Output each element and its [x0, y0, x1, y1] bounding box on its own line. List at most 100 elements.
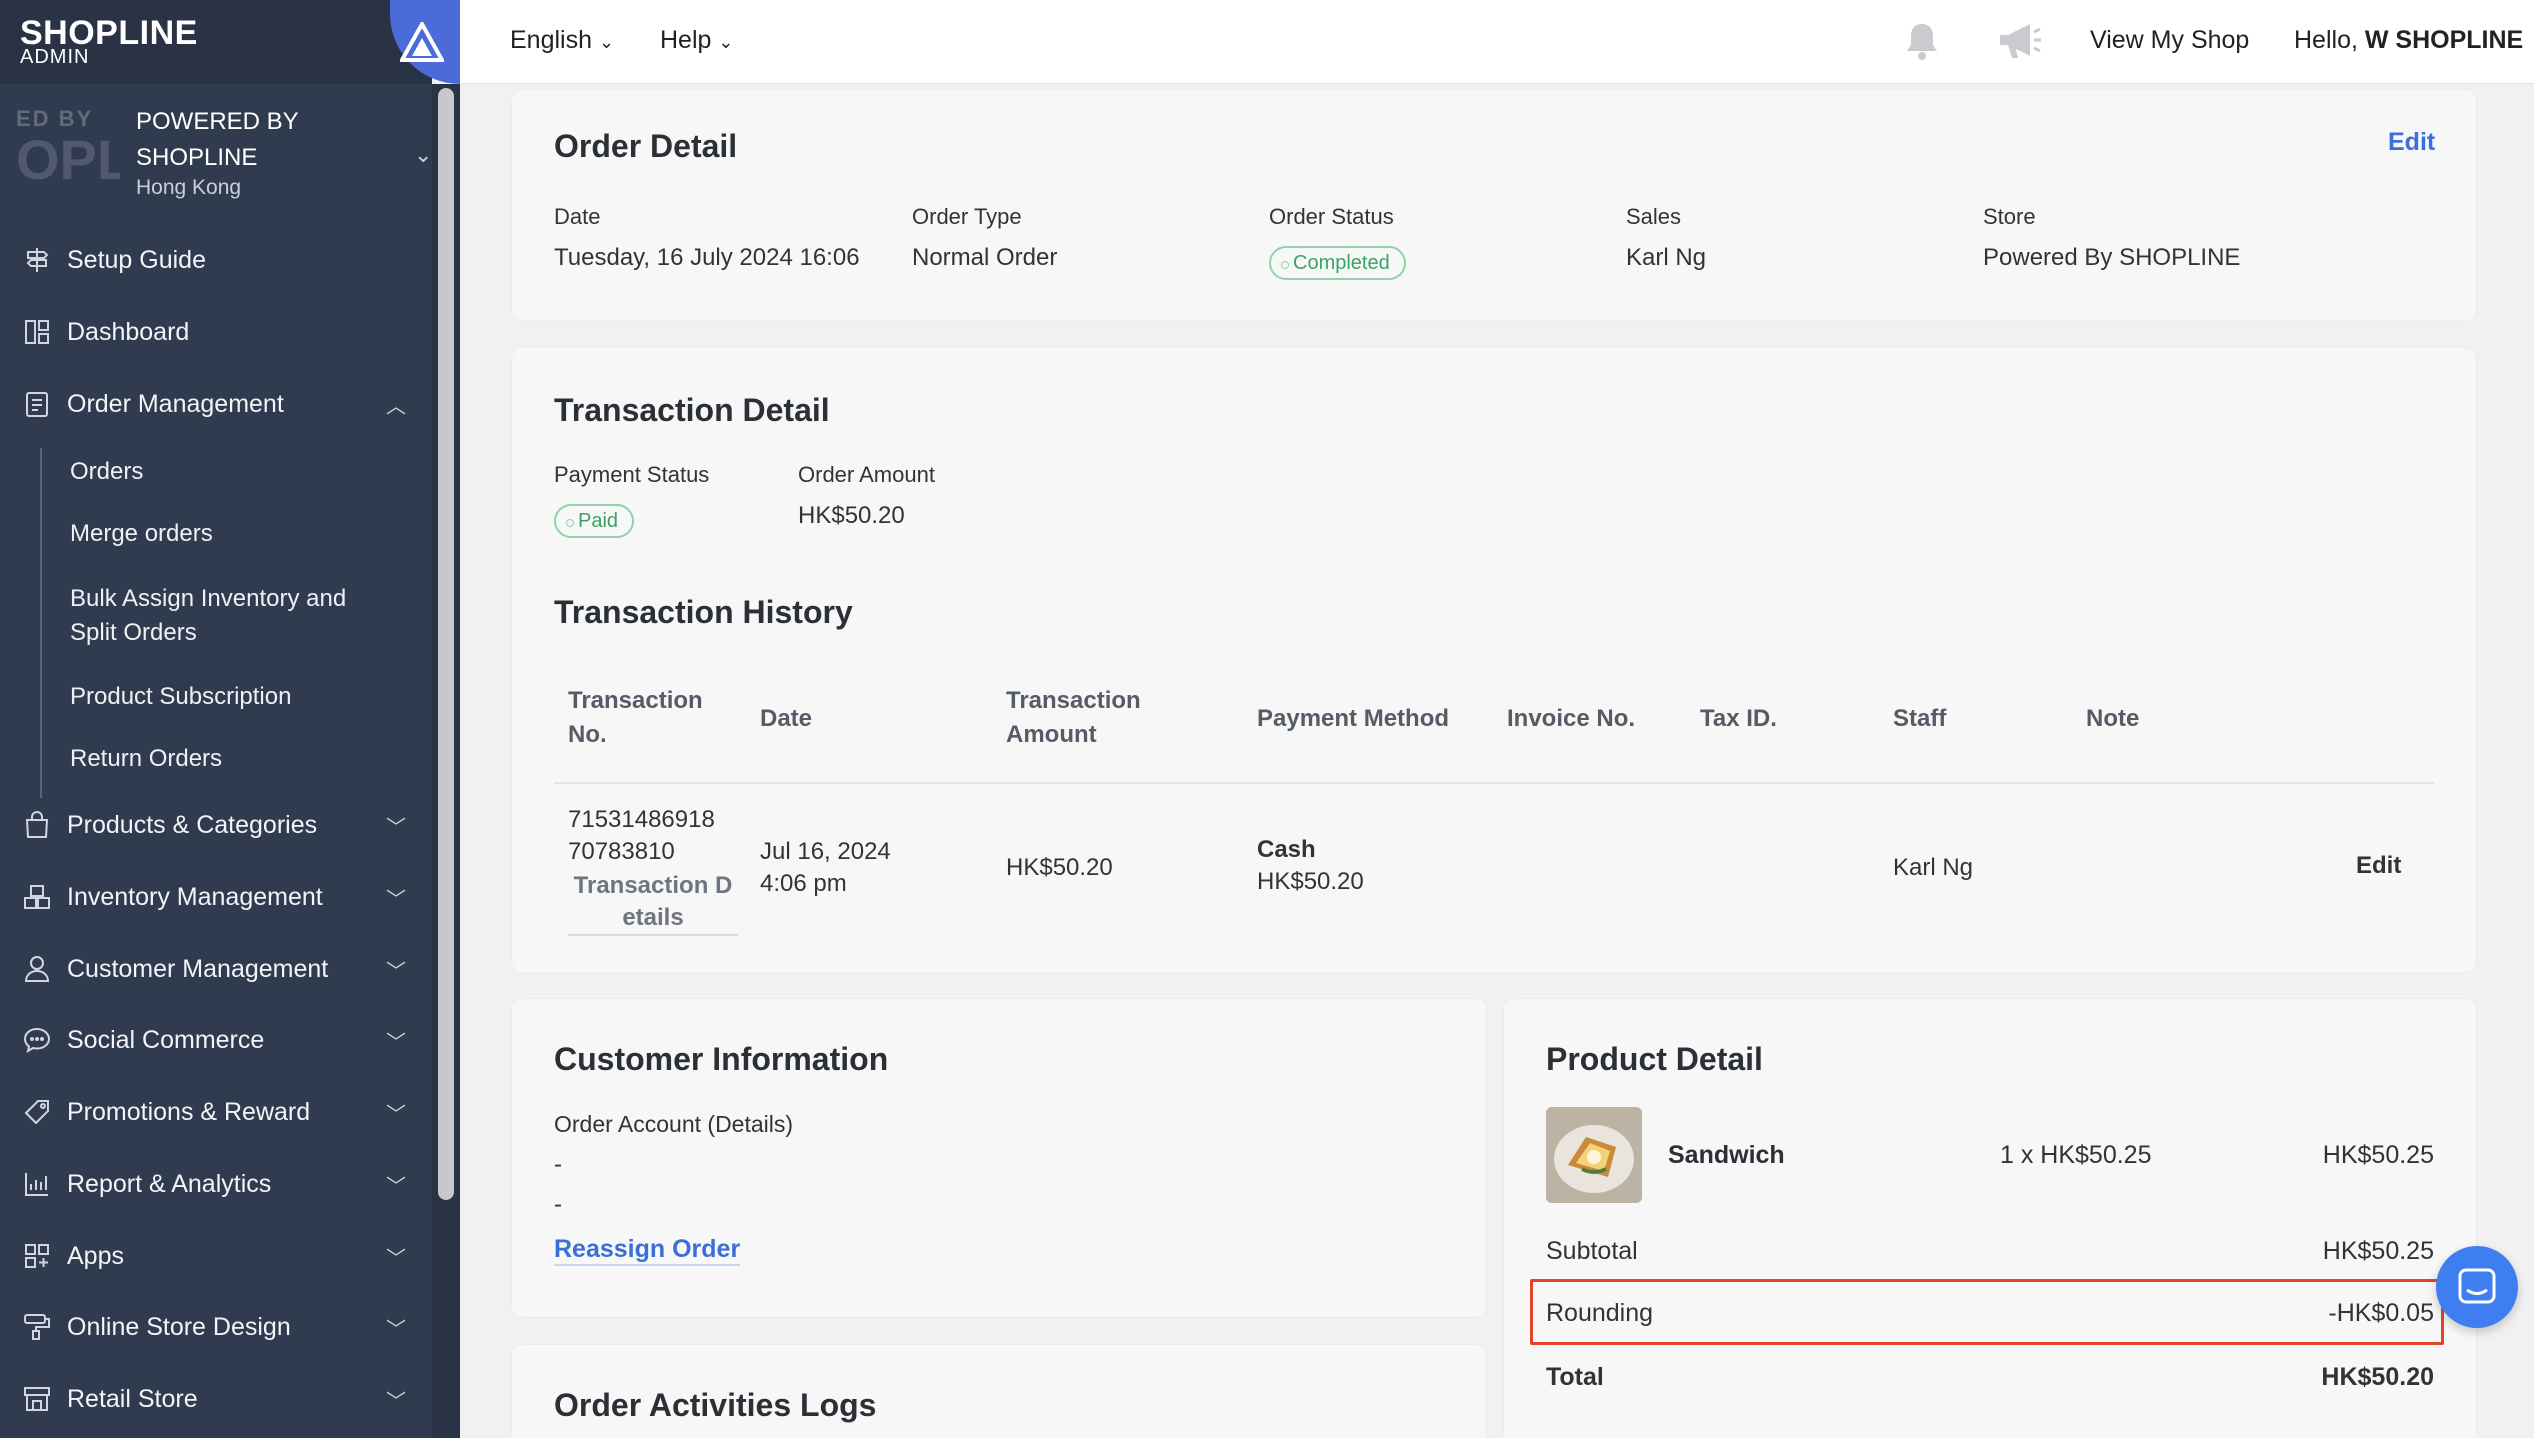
sidebar-subitem-orders[interactable]: Orders — [70, 455, 143, 489]
col-note: Note — [2086, 705, 2140, 732]
subtotal-label: Subtotal — [1546, 1237, 1638, 1265]
chevron-down-icon: ⌄ — [718, 32, 734, 52]
chevron-down-icon: ﹀ — [386, 1318, 406, 1341]
sales-label: Sales — [1626, 204, 1682, 229]
col-transaction-no-line2: No. — [568, 721, 607, 748]
store-switcher[interactable]: ED BY OPL POWERED BY SHOPLINE Hong Kong … — [0, 90, 432, 220]
sidebar-item-apps[interactable]: Apps ﹀ — [0, 1228, 432, 1284]
store-value: Powered By SHOPLINE — [1983, 244, 2241, 271]
staff-cell: Karl Ng — [1893, 854, 1974, 881]
col-staff: Staff — [1893, 705, 1947, 732]
sales-value: Karl Ng — [1626, 244, 1707, 271]
payment-method-name: Cash — [1257, 836, 1316, 863]
order-amount-label: Order Amount — [798, 462, 935, 487]
order-account-line1: - — [554, 1151, 562, 1178]
chat-support-button[interactable] — [2436, 1246, 2518, 1328]
store-name-line1: POWERED BY — [136, 108, 299, 135]
sidebar-subitem-merge-orders[interactable]: Merge orders — [70, 517, 213, 551]
sidebar-scrollbar-thumb[interactable] — [438, 88, 454, 1200]
col-tax-id: Tax ID. — [1700, 705, 1777, 732]
chevron-down-icon: ﹀ — [386, 1103, 406, 1126]
sidebar-subitem-bulk-assign-line2: Split Orders — [70, 619, 197, 646]
transaction-details-link[interactable]: Transaction D etails — [568, 870, 738, 936]
user-menu[interactable]: Hello, W SHOPLINE ⌄ — [2294, 26, 2534, 55]
transaction-date-line2: 4:06 pm — [760, 870, 847, 897]
sidebar-item-report-analytics[interactable]: Report & Analytics ﹀ — [0, 1156, 432, 1212]
chevron-down-icon: ﹀ — [386, 1031, 406, 1054]
date-value: Tuesday, 16 July 2024 16:06 — [554, 244, 860, 271]
product-detail-card: Product Detail Sandwich 1 x HK$50.25 HK$… — [1504, 999, 2476, 1438]
sidebar-subitem-bulk-assign-line1: Bulk Assign Inventory and — [70, 585, 347, 612]
sidebar-item-order-management[interactable]: Order Management ︿ — [0, 376, 432, 432]
transaction-detail-card: Transaction Detail Payment Status Paid O… — [512, 348, 2476, 972]
sidebar-subitem-return-orders[interactable]: Return Orders — [70, 742, 222, 776]
chevron-down-icon: ﹀ — [386, 1390, 406, 1413]
rounding-value: -HK$0.05 — [2328, 1299, 2434, 1327]
table-header-divider — [554, 782, 2434, 784]
transaction-no-line1: 71531486918 — [568, 806, 715, 833]
status-badge: Completed — [1269, 246, 1406, 280]
sidebar-item-dashboard[interactable]: Dashboard — [0, 304, 432, 360]
sidebar-item-inventory-management[interactable]: Inventory Management ﹀ — [0, 869, 432, 925]
help-dropdown[interactable]: Help ⌄ — [660, 26, 733, 55]
person-icon — [22, 954, 52, 984]
signpost-icon — [22, 245, 52, 275]
store-region: Hong Kong — [136, 176, 242, 199]
order-activities-logs-card: Order Activities Logs — [512, 1345, 1486, 1438]
sidebar-subitem-bulk-assign[interactable]: Bulk Assign Inventory and Split Orders — [70, 582, 346, 650]
col-transaction-no: Transaction No. — [568, 684, 703, 752]
sidebar-item-label: Inventory Management — [67, 882, 323, 911]
sidebar-item-promotions-reward[interactable]: Promotions & Reward ﹀ — [0, 1084, 432, 1140]
transaction-edit-link[interactable]: Edit — [2356, 850, 2401, 882]
order-type-value: Normal Order — [912, 244, 1058, 271]
order-detail-edit-link[interactable]: Edit — [2388, 128, 2435, 157]
order-status-label: Order Status — [1269, 204, 1394, 229]
col-transaction-amount-line2: Amount — [1006, 721, 1097, 748]
bell-icon[interactable] — [1902, 20, 1942, 67]
sidebar-item-social-commerce[interactable]: Social Commerce ﹀ — [0, 1012, 432, 1068]
order-detail-card: Order Detail Edit Date Tuesday, 16 July … — [512, 90, 2476, 320]
greeting-text: Hello, — [2294, 26, 2358, 54]
rounding-label: Rounding — [1546, 1299, 1654, 1327]
order-account-label: Order Account (Details) — [554, 1111, 794, 1137]
chevron-down-icon: ﹀ — [386, 1247, 406, 1270]
transaction-history-title: Transaction History — [554, 594, 853, 630]
sidebar-item-setup-guide[interactable]: Setup Guide — [0, 232, 432, 288]
clipboard-icon — [22, 389, 52, 419]
sidebar-item-products-categories[interactable]: Products & Categories ﹀ — [0, 797, 432, 853]
sidebar-item-customer-management[interactable]: Customer Management ﹀ — [0, 941, 432, 997]
collapse-menu-icon[interactable] — [390, 0, 460, 84]
store-label: Store — [1983, 204, 2036, 229]
order-activities-logs-title: Order Activities Logs — [554, 1387, 877, 1423]
submenu-guide-line — [40, 448, 42, 798]
sidebar-item-label: Promotions & Reward — [67, 1097, 311, 1126]
product-thumbnail[interactable] — [1546, 1107, 1642, 1203]
chevron-down-icon: ⌄ — [598, 32, 615, 52]
col-invoice-no: Invoice No. — [1507, 705, 1636, 732]
view-my-shop-link[interactable]: View My Shop — [2090, 26, 2249, 55]
sidebar-item-retail-store[interactable]: Retail Store ﹀ — [0, 1371, 432, 1427]
transaction-amount-cell: HK$50.20 — [1006, 854, 1113, 881]
payment-status-badge: Paid — [554, 504, 635, 538]
product-qty-price: 1 x HK$50.25 — [2000, 1141, 2152, 1169]
product-detail-title: Product Detail — [1546, 1041, 1763, 1077]
reassign-order-link[interactable]: Reassign Order — [554, 1235, 741, 1266]
product-name[interactable]: Sandwich — [1668, 1141, 1785, 1170]
chat-icon — [22, 1025, 52, 1055]
sidebar-item-label: Report & Analytics — [67, 1169, 272, 1198]
rounding-highlight-box — [1530, 1279, 2444, 1345]
megaphone-icon[interactable] — [1996, 20, 2044, 67]
col-payment-method: Payment Method — [1257, 705, 1450, 732]
language-dropdown[interactable]: English ⌄ — [510, 26, 614, 55]
store-avatar-text-big: OPL — [16, 128, 120, 191]
transaction-no-line2: 70783810 — [568, 838, 675, 865]
chevron-down-icon: ⌄ — [2530, 32, 2534, 52]
chevron-down-icon: ﹀ — [386, 960, 406, 983]
sidebar-item-online-store-design[interactable]: Online Store Design ﹀ — [0, 1299, 432, 1355]
user-name: W SHOPLINE — [2364, 26, 2524, 54]
col-transaction-amount-line1: Transaction — [1006, 687, 1141, 714]
sidebar-subitem-product-subscription[interactable]: Product Subscription — [70, 680, 291, 714]
col-transaction-no-line1: Transaction — [568, 687, 703, 714]
customer-information-title: Customer Information — [554, 1041, 889, 1077]
col-date: Date — [760, 705, 813, 732]
